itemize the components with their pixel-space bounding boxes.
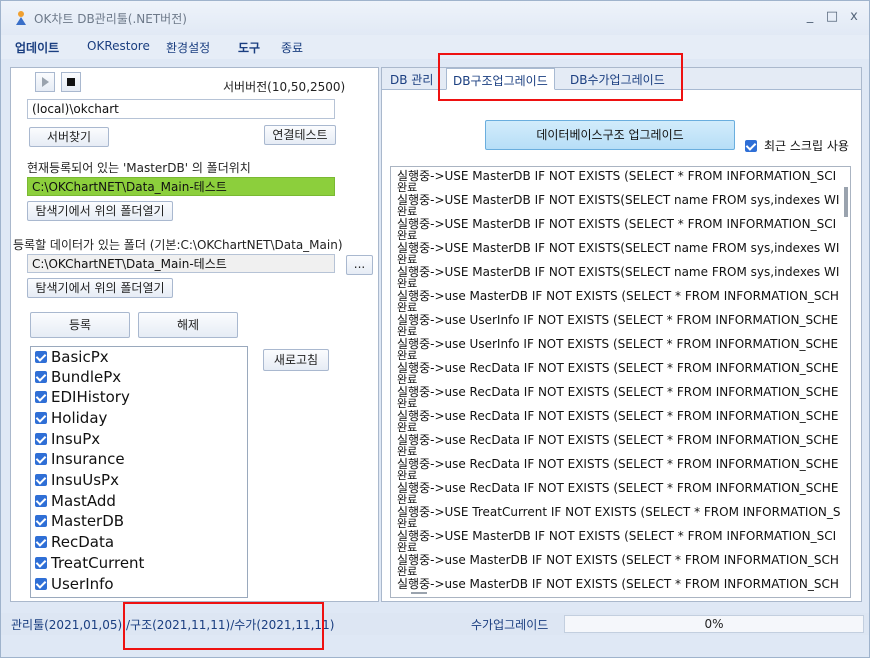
checkbox[interactable] (35, 453, 47, 465)
database-list[interactable]: BasicPx BundlePx EDIHistory Holiday Insu… (30, 346, 248, 598)
register-button[interactable]: 등록 (30, 312, 130, 338)
masterdb-path-field[interactable]: C:\OKChartNET\Data_Main-테스트 (27, 177, 335, 196)
annotation-box-status (123, 602, 324, 650)
menu-exit[interactable]: 종료 (281, 39, 303, 56)
menu-update[interactable]: 업데이트 (15, 39, 59, 56)
list-item[interactable]: EDIHistory (35, 387, 130, 407)
connection-test-button[interactable]: 연결테스트 (264, 125, 336, 145)
maximize-button[interactable]: □ (823, 9, 841, 24)
tab-db-management[interactable]: DB 관리 (384, 68, 439, 90)
server-name-field[interactable]: (local)\okchart (27, 99, 335, 119)
data-folder-label: 등록할 데이터가 있는 폴더 (기본:C:\OKChartNET\Data_Ma… (13, 238, 343, 252)
data-folder-path-field[interactable]: C:\OKChartNET\Data_Main-테스트 (27, 254, 335, 273)
log-line: 실행중->USE MasterDB IF NOT EXISTS (SELECT … (397, 217, 837, 231)
play-icon (42, 77, 49, 87)
list-item[interactable]: BundlePx (35, 367, 121, 387)
log-line: 실행중->use RecData IF NOT EXISTS (SELECT *… (397, 361, 839, 375)
log-line: 실행중->use MasterDB IF NOT EXISTS (SELECT … (397, 553, 839, 567)
menu-tools[interactable]: 도구 (238, 39, 260, 56)
open-data-folder-button[interactable]: 탐색기에서 위의 폴더열기 (27, 278, 173, 298)
list-item[interactable]: RecData (35, 532, 114, 552)
log-line: 실행중->use UserInfo IF NOT EXISTS (SELECT … (397, 313, 839, 327)
list-item[interactable]: InsuUsPx (35, 470, 119, 490)
recent-script-label: 최근 스크립 사용 (764, 139, 849, 153)
log-line: 실행중->use RecData IF NOT EXISTS (SELECT *… (397, 409, 839, 423)
menu-settings[interactable]: 환경설정 (166, 39, 210, 56)
log-line: 실행중->use MasterDB IF NOT EXISTS (SELECT … (397, 289, 839, 303)
checkbox[interactable] (35, 557, 47, 569)
minimize-button[interactable]: _ (801, 9, 819, 24)
log-line: 실행중->use RecData IF NOT EXISTS (SELECT *… (397, 457, 839, 471)
checkbox[interactable] (35, 371, 47, 383)
log-line: 실행중->USE MasterDB IF NOT EXISTS (SELECT … (397, 169, 837, 183)
fee-upgrade-status-label: 수가업그레이드 (471, 618, 549, 632)
list-item[interactable]: InsuPx (35, 429, 100, 449)
checkbox[interactable] (35, 391, 47, 403)
log-line: 실행중->use UserInfo IF NOT EXISTS (SELECT … (397, 337, 839, 351)
server-version-label: 서버버전(10,50,2500) (223, 80, 346, 94)
annotation-box-tabs (438, 53, 683, 101)
window-title: OK차트 DB관리툴(.NET버전) (34, 12, 187, 26)
app-logo-icon (16, 11, 26, 25)
horizontal-scrollbar-thumb[interactable] (411, 592, 427, 594)
find-server-button[interactable]: 서버찾기 (29, 127, 109, 147)
server-panel: 서버버전(10,50,2500) (local)\okchart 서버찾기 연결… (10, 67, 379, 602)
refresh-button[interactable]: 새로고침 (263, 349, 329, 371)
log-line: 실행중->use RecData IF NOT EXISTS (SELECT *… (397, 481, 839, 495)
list-item[interactable]: UserInfo (35, 574, 114, 594)
vertical-scrollbar-thumb[interactable] (844, 187, 848, 217)
menu-okrestore[interactable]: OKRestore (87, 39, 150, 53)
upgrade-panel: DB 관리 DB구조업그레이드 DB수가업그레이드 데이터베이스구조 업그레이드… (381, 67, 862, 602)
masterdb-folder-label: 현재등록되어 있는 'MasterDB' 의 폴더위치 (27, 161, 251, 175)
list-item[interactable]: Holiday (35, 408, 107, 428)
checkbox[interactable] (35, 474, 47, 486)
list-item[interactable]: BasicPx (35, 347, 109, 367)
title-bar: OK차트 DB관리툴(.NET버전) _ □ x (1, 1, 869, 35)
log-line: 실행중->USE MasterDB IF NOT EXISTS(SELECT n… (397, 193, 840, 207)
checkbox[interactable] (35, 515, 47, 527)
log-line: 실행중->USE TreatCurrent IF NOT EXISTS (SEL… (397, 505, 841, 519)
list-item[interactable]: MasterDB (35, 511, 124, 531)
checkbox[interactable] (35, 578, 47, 590)
progress-bar: 0% (564, 615, 864, 633)
browse-button[interactable]: ... (346, 255, 373, 275)
checkbox[interactable] (35, 351, 47, 363)
stop-icon (67, 78, 75, 86)
checkbox[interactable] (35, 412, 47, 424)
checkbox[interactable] (35, 536, 47, 548)
structure-upgrade-button[interactable]: 데이터베이스구조 업그레이드 (485, 120, 735, 150)
checkbox[interactable] (35, 433, 47, 445)
list-item[interactable]: Insurance (35, 449, 125, 469)
menu-bar: 업데이트 OKRestore 환경설정 도구 종료 (1, 35, 869, 59)
stop-button[interactable] (61, 72, 81, 92)
unregister-button[interactable]: 해제 (138, 312, 238, 338)
list-item[interactable]: TreatCurrent (35, 553, 144, 573)
log-line: 실행중->USE MasterDB IF NOT EXISTS(SELECT n… (397, 241, 840, 255)
close-button[interactable]: x (845, 9, 863, 24)
log-output[interactable]: 실행중->USE MasterDB IF NOT EXISTS (SELECT … (390, 166, 851, 598)
log-line: 실행중->use RecData IF NOT EXISTS (SELECT *… (397, 433, 839, 447)
log-line: 실행중->use MasterDB IF NOT EXISTS (SELECT … (397, 577, 839, 591)
list-item[interactable]: MastAdd (35, 491, 116, 511)
play-button[interactable] (35, 72, 55, 92)
checkbox[interactable] (35, 495, 47, 507)
recent-script-checkbox[interactable] (745, 139, 757, 152)
tool-version-text: 관리툴(2021,01,05) (11, 618, 123, 632)
recent-script-option[interactable]: 최근 스크립 사용 (745, 137, 849, 154)
app-window: OK차트 DB관리툴(.NET버전) _ □ x 업데이트 OKRestore … (0, 0, 870, 658)
open-masterdb-folder-button[interactable]: 탐색기에서 위의 폴더열기 (27, 201, 173, 221)
log-line: 실행중->use RecData IF NOT EXISTS (SELECT *… (397, 385, 839, 399)
log-line: 실행중->USE MasterDB IF NOT EXISTS(SELECT n… (397, 265, 840, 279)
tab-content: 데이터베이스구조 업그레이드 최근 스크립 사용 실행중->USE Master… (382, 90, 861, 601)
log-line: 실행중->USE MasterDB IF NOT EXISTS (SELECT … (397, 529, 837, 543)
